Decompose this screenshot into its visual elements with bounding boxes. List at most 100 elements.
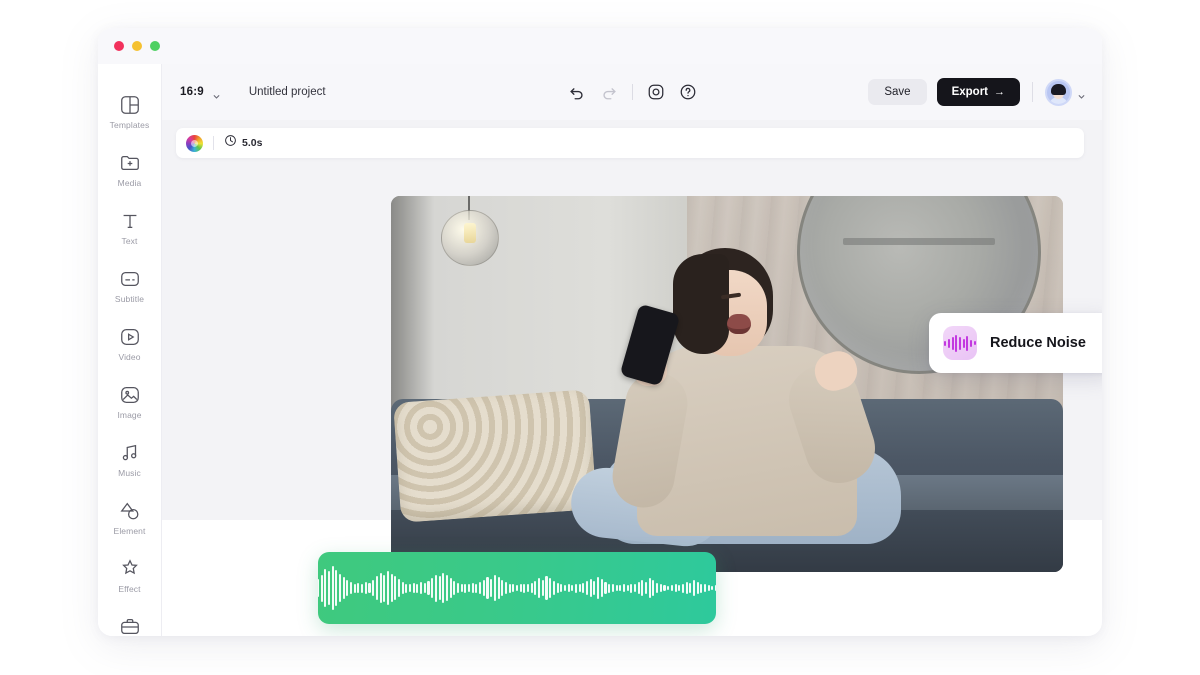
waveform-bar [630,583,633,593]
waveform-bar [427,580,430,596]
color-wheel-icon[interactable] [186,134,203,152]
sidebar-item-label: Text [121,236,138,246]
image-icon [119,384,141,406]
waveform-bar [715,585,716,591]
sidebar-item-element[interactable]: Element [102,500,158,536]
templates-icon [119,94,141,116]
waveform-bar [493,575,496,601]
waveform-bar [375,576,378,600]
waveform-bar [626,585,629,591]
aspect-ratio-selector[interactable]: 16:9 [180,86,204,98]
toolbar-right-group: Save Export → [868,78,1102,106]
waveform-bar [637,581,640,595]
toolbar-divider [1032,82,1033,102]
duration-control[interactable]: 5.0s [224,134,262,152]
waveform-bar [324,569,327,607]
waveform-bar [405,583,408,593]
window-maximize-button[interactable] [150,41,160,51]
sidebar-item-tools[interactable]: Tools [102,616,158,636]
waveform-bar [641,579,644,597]
sidebar-item-text[interactable]: Text [102,210,158,246]
waveform-bar [471,582,474,594]
user-menu[interactable] [1045,78,1086,106]
sidebar-item-label: Templates [109,120,150,130]
waveform-bar [622,584,625,592]
waveform-bar [530,582,533,594]
waveform-bar [383,574,386,602]
scene-pendant-lamp [441,210,499,266]
help-question-icon[interactable] [679,83,697,101]
sidebar-item-subtitle[interactable]: Subtitle [102,268,158,304]
waveform-bar [453,580,456,596]
waveform-bar [361,583,364,593]
waveform-bar [482,579,485,597]
export-button[interactable]: Export → [936,78,1020,106]
waveform-bar [589,579,592,597]
waveform-bar [397,579,401,597]
sidebar-item-media[interactable]: Media [102,152,158,188]
tools-briefcase-icon [119,616,141,636]
waveform-bar [372,579,375,597]
waveform-bar [645,581,648,595]
waveform-bar [958,336,962,350]
undo-icon[interactable] [568,83,586,101]
waveform-bar [648,578,651,598]
audio-waveform-clip[interactable] [318,552,716,624]
waveform-bar [497,577,500,599]
waveform-bar [445,575,448,601]
waveform-bar [969,339,973,347]
media-folder-plus-icon [119,152,141,174]
waveform-bar [501,579,504,597]
window-minimize-button[interactable] [132,41,142,51]
project-name-field[interactable]: Untitled project [249,86,326,98]
left-sidebar: Templates Media Text Subtitle Video Imag… [98,64,162,636]
sidebar-item-label: Subtitle [114,294,145,304]
waveform-bar [423,582,426,594]
window-close-button[interactable] [114,41,124,51]
waveform-bar [633,584,637,592]
sidebar-item-effect[interactable]: Effect [102,558,158,594]
waveform-bar [386,570,389,606]
waveform-bar [571,585,574,591]
waveform-bar [416,583,419,593]
waveform-bar [541,579,544,597]
waveform-bar [318,579,319,597]
avatar[interactable] [1045,78,1072,106]
waveform-bar [674,584,677,592]
waveform-bar [390,573,393,603]
waveform-bar [608,583,611,593]
waveform-bar [696,581,699,595]
waveform-bar [659,584,662,592]
video-preview[interactable] [391,196,1063,572]
waveform-bar [342,577,345,599]
waveform-bar [346,579,349,597]
waveform-bar [700,583,703,593]
waveform-bar [586,580,589,596]
sidebar-item-label: Media [117,178,142,188]
window-titlebar [98,28,1102,64]
redo-icon[interactable] [600,83,618,101]
waveform-bar [663,585,666,591]
waveform-bar [563,585,566,591]
waveform-bar [656,582,659,594]
scene-person-mouth [727,314,751,334]
sidebar-item-label: Video [118,352,141,362]
chevron-down-icon[interactable] [212,88,221,99]
waveform-bar [335,570,338,606]
sidebar-item-image[interactable]: Image [102,384,158,420]
sidebar-item-video[interactable]: Video [102,326,158,362]
reduce-noise-card[interactable]: Reduce Noise [929,313,1102,373]
waveform-bar [431,578,434,598]
chevron-down-icon[interactable] [1077,88,1086,99]
scene-person-hair-front [673,254,729,354]
sidebar-item-music[interactable]: Music [102,442,158,478]
waveform-bar [338,573,342,603]
waveform-bar [504,581,507,595]
waveform-bar [552,580,555,596]
waveform-bar [331,566,334,610]
sidebar-item-templates[interactable]: Templates [102,94,158,130]
waveform-bar [966,335,969,351]
focus-target-icon[interactable] [647,83,665,101]
top-toolbar: 16:9 Untitled project Save Export → [162,64,1102,120]
save-button[interactable]: Save [868,79,927,105]
